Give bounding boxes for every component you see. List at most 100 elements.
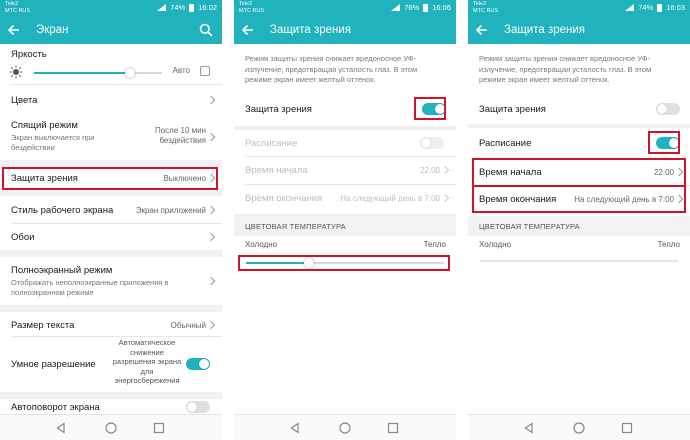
nav-back-icon[interactable] [54,421,68,435]
desktop-style-label: Стиль рабочего экрана [11,205,114,216]
nav-recents-icon[interactable] [620,421,634,435]
chevron-right-icon [206,95,216,105]
eye-protection-toggle-item: Защита зрения [468,98,690,120]
desktop-style-item[interactable]: Стиль рабочего экрана Экран приложений [0,196,222,223]
eye-protection-toggle[interactable] [656,103,680,115]
eye-protection-description: Режим защиты зрения снижает вредоносное … [479,54,652,84]
nav-back-icon[interactable] [522,421,536,435]
smart-resolution-label: Умное разрешение [11,359,96,370]
warm-label: Тепло [657,240,680,249]
autorotate-toggle[interactable] [186,401,210,413]
page-title: Экран [36,24,69,36]
app-bar: Экран [0,16,222,44]
colors-label: Цвета [11,95,38,106]
settings-list: Режим защиты зрения снижает вредоносное … [234,44,456,414]
search-icon[interactable] [198,22,214,38]
nav-home-icon[interactable] [104,421,118,435]
clock: 16:03 [666,3,685,12]
wallpaper-item[interactable]: Обои [0,223,222,250]
clock: 16:06 [432,3,451,12]
start-time-label: Время начала [245,165,308,176]
end-time-label: Время окончания [245,193,323,204]
phone-screen-display-settings: Tele2 МТС RUS 74% 16:02 Экран Яркость Ав… [0,0,222,440]
nav-bar [234,414,456,440]
signal-icon [157,4,167,11]
eye-protection-description: Режим защиты зрения снижает вредоносное … [245,54,418,84]
operator-name: Tele2 [5,1,19,7]
chevron-right-icon [206,276,216,286]
highlight-box [238,255,450,271]
fullscreen-label: Полноэкранный режим [11,265,113,276]
phone-screen-eye-protection-schedule: Tele2 МТС RUS 74% 16:03 Защита зрения Ре… [468,0,690,440]
chevron-right-icon [440,193,450,203]
battery-icon [189,3,195,12]
operator-name: Tele2 [473,1,487,7]
nav-bar [0,414,222,440]
cold-label: Холодно [245,240,278,249]
schedule-toggle[interactable] [420,137,444,149]
wallpaper-label: Обои [11,232,35,243]
schedule-label: Расписание [245,138,298,149]
signal-icon [625,4,635,11]
chevron-right-icon [440,165,450,175]
highlight-box [2,167,218,190]
start-time-item[interactable]: Время начала 22:00 [234,158,456,182]
chevron-right-icon [206,205,216,215]
end-time-value: На следующий день в 7:00 [340,194,440,203]
operator-name: МТС RUS [5,8,31,14]
nav-back-icon[interactable] [288,421,302,435]
clock: 16:02 [198,3,217,12]
text-size-value: Обычный [170,321,206,330]
warm-label: Тепло [423,240,446,249]
sleep-item[interactable]: Спящий режим Экран выключается при безде… [0,116,222,160]
end-time-item[interactable]: Время окончания На следующий день в 7:00 [234,186,456,210]
operator-info: Tele2 МТС RUS [239,1,264,15]
operator-name: МТС RUS [239,8,265,14]
back-arrow-icon[interactable] [474,22,490,38]
sleep-value-1: После 10 мин [154,126,206,135]
desktop-style-value: Экран приложений [135,206,206,215]
fullscreen-item[interactable]: Полноэкранный режим Отображать неполноэк… [0,257,222,305]
cold-label: Холодно [479,240,512,249]
smart-resolution-item: Умное разрешение Автоматическое снижение… [0,336,222,392]
nav-home-icon[interactable] [338,421,352,435]
schedule-item: Расписание [234,132,456,154]
operator-info: Tele2 МТС RUS [5,1,30,15]
app-bar: Защита зрения [234,16,456,44]
operator-name: Tele2 [239,1,253,7]
autorotate-label: Автоповорот экрана [11,402,100,413]
status-bar: Tele2 МТС RUS 76% 16:06 [234,0,456,16]
status-bar: Tele2 МТС RUS 74% 16:02 [0,0,222,16]
text-size-item[interactable]: Размер текста Обычный [0,312,222,334]
smart-resolution-toggle[interactable] [186,358,210,370]
settings-list: Яркость Авто Цвета Спящий режим Экран вы… [0,44,222,414]
battery-percent: 74% [170,3,186,12]
color-temperature-header: ЦВЕТОВАЯ ТЕМПЕРАТУРА [479,222,580,231]
eye-protection-label: Защита зрения [479,104,546,115]
nav-recents-icon[interactable] [152,421,166,435]
auto-label: Авто [172,66,190,75]
back-arrow-icon[interactable] [240,22,256,38]
nav-recents-icon[interactable] [386,421,400,435]
color-temperature-header: ЦВЕТОВАЯ ТЕМПЕРАТУРА [245,222,346,231]
battery-icon [657,3,663,12]
signal-icon [391,4,401,11]
colors-item[interactable]: Цвета [0,84,222,116]
battery-percent: 76% [404,3,420,12]
auto-brightness-checkbox[interactable] [200,66,210,76]
operator-name: МТС RUS [473,8,499,14]
back-arrow-icon[interactable] [6,22,22,38]
eye-protection-label: Защита зрения [245,104,312,115]
chevron-right-icon [206,132,216,142]
highlight-box [648,131,680,154]
chevron-right-icon [206,232,216,242]
color-temperature-slider[interactable] [480,260,678,262]
schedule-label: Расписание [479,138,532,149]
nav-home-icon[interactable] [572,421,586,435]
phone-screen-eye-protection: Tele2 МТС RUS 76% 16:06 Защита зрения Ре… [234,0,456,440]
sleep-value-2: бездействия [159,136,206,145]
sleep-label: Спящий режим [11,120,78,131]
autorotate-item: Автоповорот экрана [0,399,222,414]
app-bar: Защита зрения [468,16,690,44]
text-size-label: Размер текста [11,320,75,331]
